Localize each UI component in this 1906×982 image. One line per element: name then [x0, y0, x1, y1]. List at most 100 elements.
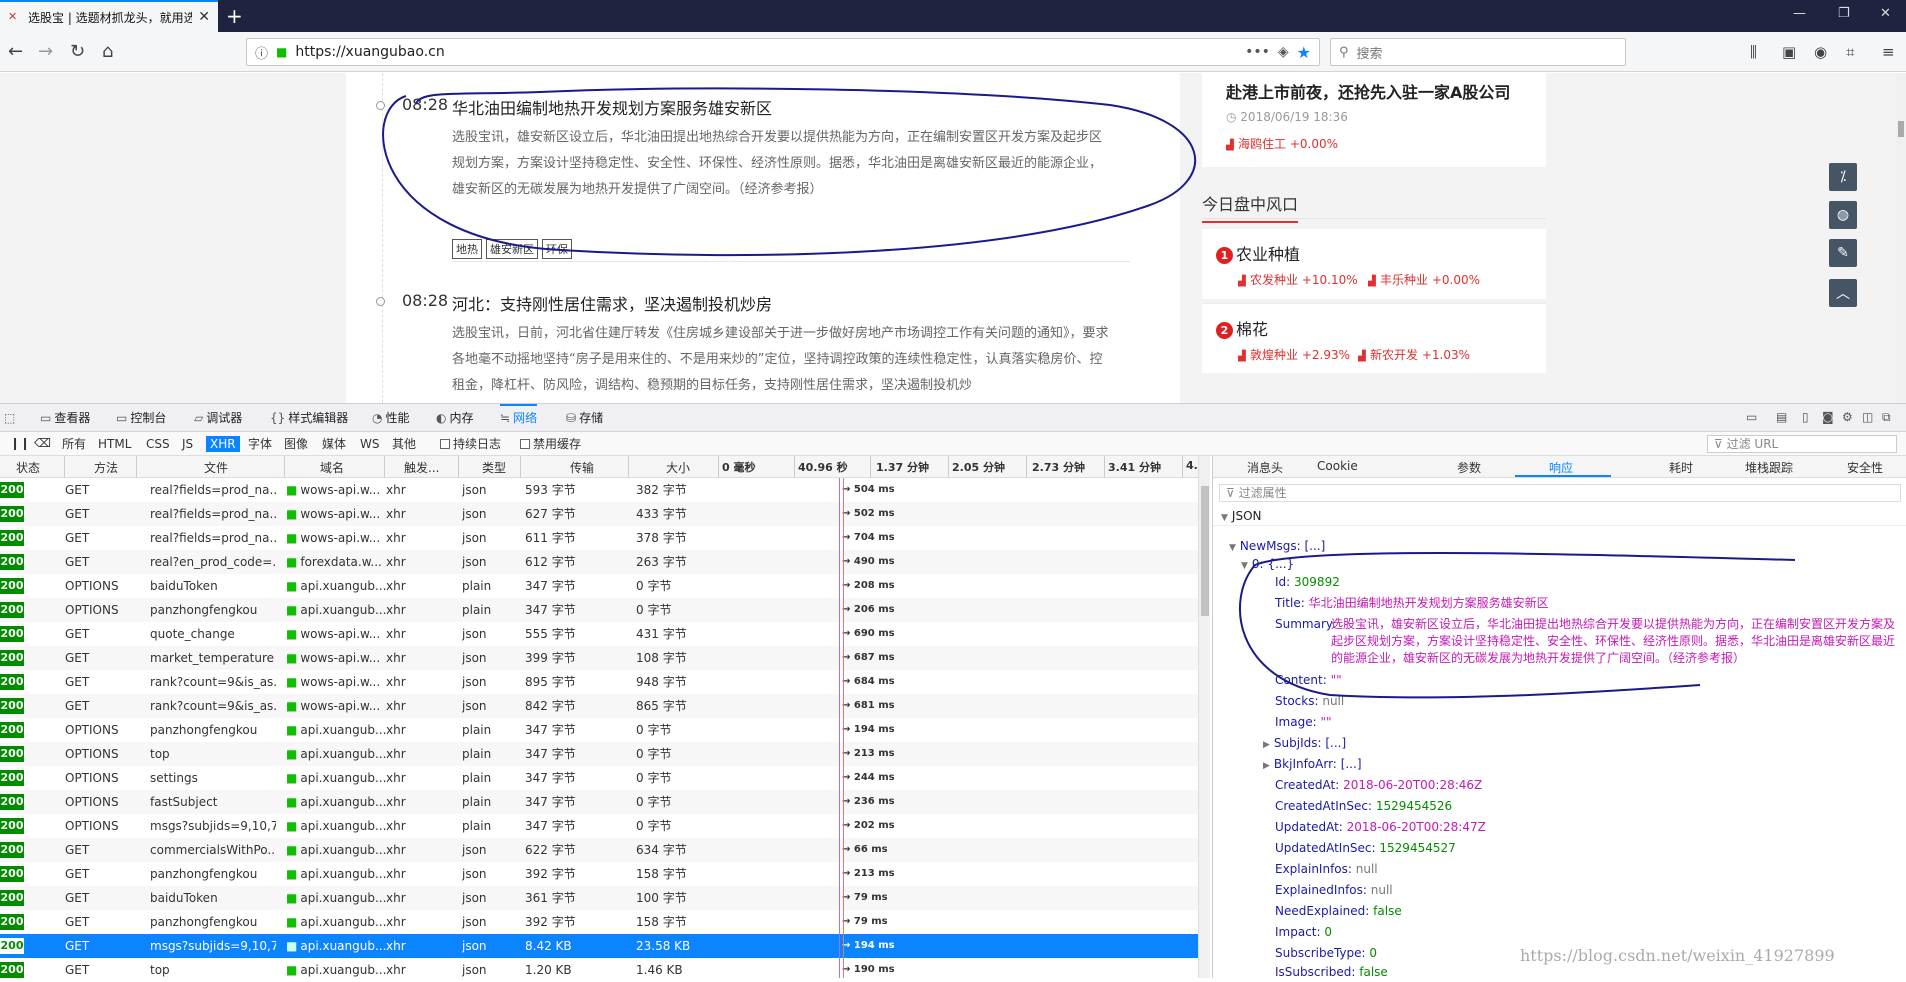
stock-change[interactable]: ▟ 敦煌种业 +2.93% — [1238, 346, 1350, 363]
scrollbar-thumb[interactable] — [1201, 486, 1209, 616]
table-row[interactable]: 200 GET rank?count=9&is_as... ■ wows-api.w..… — [0, 694, 1198, 718]
json-row[interactable]: NeedExplained: false — [1275, 903, 1402, 919]
json-section-header[interactable]: ▼ JSON — [1213, 506, 1906, 526]
split-console-icon[interactable]: ▤ — [1776, 410, 1787, 424]
filter-other[interactable]: 其他 — [388, 436, 420, 452]
settings-gear-icon[interactable]: ⚙ — [1842, 410, 1853, 424]
back-to-top-icon[interactable]: ︿ — [1829, 279, 1857, 307]
responsive-icon[interactable]: ▯ — [1802, 410, 1809, 424]
calculator-icon[interactable]: ⁒ — [1829, 163, 1857, 191]
url-text[interactable]: https://xuangubao.cn — [295, 44, 1237, 60]
stock-change[interactable]: ▟ 丰乐种业 +0.00% — [1368, 271, 1480, 288]
tab-response[interactable]: 响应 — [1549, 459, 1573, 476]
screenshot-icon[interactable]: ⌗ — [1846, 43, 1854, 61]
json-row[interactable]: ExplainedInfos: null — [1275, 882, 1393, 898]
json-row[interactable]: Content: "" — [1275, 672, 1342, 688]
sector-name[interactable]: 农业种植 — [1236, 245, 1300, 264]
sidebar-icon[interactable]: ▣ — [1782, 43, 1796, 61]
table-row[interactable]: 200 GET real?fields=prod_na... ■ wows-api.w.… — [0, 478, 1198, 502]
table-row[interactable]: 200 OPTIONS settings ■ api.xuangub... xhr plai… — [0, 766, 1198, 790]
new-tab-icon[interactable]: + — [226, 4, 243, 28]
json-row[interactable]: IsSubscribed: false — [1275, 964, 1388, 980]
bookmark-star-icon[interactable]: ★ — [1297, 43, 1311, 62]
table-row[interactable]: 200 GET real?fields=prod_na... ■ wows-api.w.… — [0, 502, 1198, 526]
stock-change[interactable]: ▟ 海鸥住工 +0.00% — [1226, 135, 1338, 152]
window-close-icon[interactable]: ✕ — [1880, 6, 1891, 21]
tab-debugger[interactable]: ▱ 调试器 — [194, 404, 242, 432]
table-row[interactable]: 200 OPTIONS panzhongfengkou ■ api.xuangub...… — [0, 718, 1198, 742]
inspect-picker-icon[interactable]: ⬚ — [4, 404, 18, 432]
table-row[interactable]: 200 GET top ■ api.xuangub... xhr json 1.20 KB 1.… — [0, 958, 1198, 982]
page-scrollbar[interactable] — [1896, 73, 1906, 403]
filter-images[interactable]: 图像 — [280, 436, 312, 452]
browser-tab[interactable]: ✕ 选股宝 | 选题材抓龙头，就用选 ✕ — [0, 0, 218, 32]
page-actions-icon[interactable]: ••• — [1245, 44, 1270, 60]
filter-css[interactable]: CSS — [142, 436, 174, 452]
info-icon[interactable]: ⓘ — [255, 43, 268, 62]
json-row[interactable]: Stocks: null — [1275, 693, 1344, 709]
json-row-key[interactable]: Summary: — [1275, 616, 1336, 632]
table-row[interactable]: 200 GET panzhongfengkou ■ api.xuangub... xhr j… — [0, 862, 1198, 886]
edit-icon[interactable]: ✎ — [1829, 239, 1857, 267]
collapse-triangle-icon[interactable]: ▼ — [1221, 513, 1228, 523]
tab-performance[interactable]: ◔ 性能 — [372, 404, 410, 432]
expand-triangle-icon[interactable]: ▶ — [1263, 740, 1270, 750]
filter-all[interactable]: 所有 — [58, 436, 90, 452]
table-row[interactable]: 200 OPTIONS baiduToken ■ api.xuangub... xhr pl… — [0, 574, 1198, 598]
home-icon[interactable]: ⌂ — [102, 41, 113, 62]
col-cause[interactable]: 触发... — [404, 459, 439, 476]
tab-style-editor[interactable]: {} 样式编辑器 — [270, 404, 348, 432]
sector-name[interactable]: 棉花 — [1236, 320, 1268, 339]
minimize-icon[interactable]: — — [1793, 6, 1806, 21]
tab-storage[interactable]: ⛁ 存储 — [566, 404, 603, 432]
sector-card[interactable]: 1 农业种植 ▟ 农发种业 +10.10% ▟ 丰乐种业 +0.00% — [1202, 229, 1546, 299]
table-row[interactable]: 200 OPTIONS fastSubject ■ api.xuangub... xhr p… — [0, 790, 1198, 814]
reload-icon[interactable]: ↻ — [70, 41, 85, 62]
table-row[interactable]: 200 OPTIONS panzhongfengkou ■ api.xuangub...… — [0, 598, 1198, 622]
tag[interactable]: 地热 — [452, 239, 482, 259]
tab-headers[interactable]: 消息头 — [1247, 459, 1283, 476]
table-row[interactable]: 200 GET market_temperature ■ wows-api.w... xh… — [0, 646, 1198, 670]
json-row[interactable]: UpdatedAtInSec: 1529454527 — [1275, 840, 1456, 856]
table-row[interactable]: 200 GET commercialsWithPo... ■ api.xuangub..… — [0, 838, 1198, 862]
forward-icon[interactable]: → — [38, 41, 53, 62]
json-row[interactable]: Id: 309892 — [1275, 574, 1340, 590]
tab-stack-trace[interactable]: 堆栈跟踪 — [1745, 459, 1793, 476]
tag[interactable]: 环保 — [542, 239, 572, 259]
col-file[interactable]: 文件 — [204, 459, 228, 476]
dock-icon[interactable]: ▭ — [1746, 410, 1757, 424]
restore-icon[interactable]: ❐ — [1838, 6, 1850, 21]
json-row[interactable]: UpdatedAt: 2018-06-20T00:28:47Z — [1275, 819, 1486, 835]
tab-network[interactable]: ≒ 网络 — [500, 404, 538, 432]
table-row[interactable]: 200 GET baiduToken ■ api.xuangub... xhr json 36… — [0, 886, 1198, 910]
disable-cache-checkbox[interactable]: 禁用缓存 — [516, 436, 585, 452]
table-row[interactable]: 200 OPTIONS top ■ api.xuangub... xhr plain 347 … — [0, 742, 1198, 766]
json-row[interactable]: CreatedAtInSec: 1529454526 — [1275, 798, 1452, 814]
persist-log-checkbox[interactable]: 持续日志 — [436, 436, 505, 452]
filter-js[interactable]: JS — [178, 436, 197, 452]
pocket-icon[interactable]: ◈ — [1278, 44, 1289, 60]
sector-card[interactable]: 2 棉花 ▟ 敦煌种业 +2.93% ▟ 新农开发 +1.03% — [1202, 303, 1546, 373]
json-row[interactable]: ▼ 0: {...} — [1241, 556, 1294, 574]
clear-trash-icon[interactable]: ⌫ — [30, 435, 55, 451]
tag[interactable]: 雄安新区 — [486, 239, 538, 259]
json-row[interactable]: ExplainInfos: null — [1275, 861, 1378, 877]
property-filter-input[interactable]: ⊽ 过滤属性 — [1219, 484, 1901, 502]
json-row[interactable]: CreatedAt: 2018-06-20T00:28:46Z — [1275, 777, 1482, 793]
tab-inspector[interactable]: ▭ 查看器 — [40, 404, 90, 432]
scrollbar-thumb[interactable] — [1898, 121, 1904, 137]
chat-icon[interactable]: ◉ — [1814, 43, 1827, 61]
filter-html[interactable]: HTML — [94, 436, 135, 452]
wechat-icon[interactable]: ◍ — [1829, 201, 1857, 229]
json-row[interactable]: Title: 华北油田编制地热开发规划方案服务雄安新区 — [1275, 595, 1549, 611]
collapse-triangle-icon[interactable]: ▼ — [1241, 561, 1248, 571]
json-row[interactable]: Image: "" — [1275, 714, 1332, 730]
json-row[interactable]: Impact: 0 — [1275, 924, 1332, 940]
tab-console[interactable]: ▭ 控制台 — [116, 404, 166, 432]
col-method[interactable]: 方法 — [94, 459, 118, 476]
json-row[interactable]: ▶ BkjInfoArr: [...] — [1263, 756, 1362, 774]
json-row[interactable]: SubscribeType: 0 — [1275, 945, 1377, 961]
filter-media[interactable]: 媒体 — [318, 436, 350, 452]
close-tab-icon[interactable]: ✕ — [198, 9, 210, 25]
tab-timings[interactable]: 耗时 — [1669, 459, 1693, 476]
